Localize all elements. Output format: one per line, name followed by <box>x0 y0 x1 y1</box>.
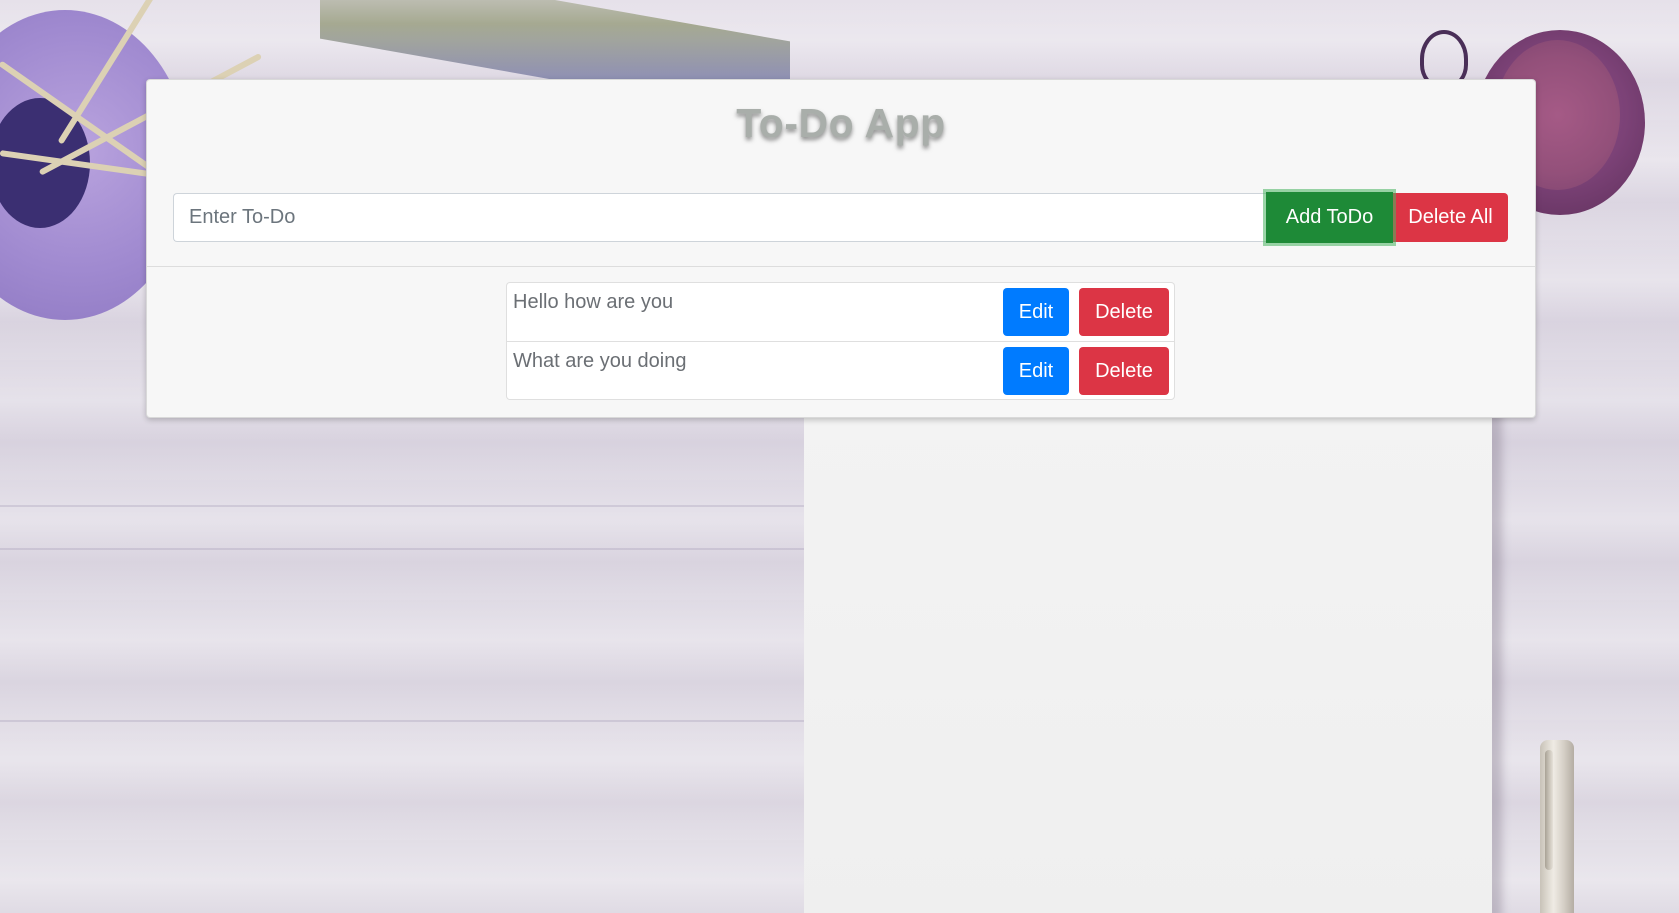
wood-plank-line <box>0 548 810 550</box>
todo-form: Add ToDo Delete All <box>173 192 1508 243</box>
edit-button[interactable]: Edit <box>1003 347 1069 395</box>
todo-item-text: What are you doing <box>513 350 687 372</box>
edit-button[interactable]: Edit <box>1003 288 1069 336</box>
add-todo-button[interactable]: Add ToDo <box>1266 192 1393 243</box>
todo-input[interactable] <box>173 193 1266 242</box>
wood-plank-line <box>0 505 810 507</box>
delete-all-button[interactable]: Delete All <box>1393 193 1508 242</box>
todo-item-text: Hello how are you <box>513 291 674 313</box>
delete-button[interactable]: Delete <box>1079 347 1169 395</box>
pen-clip <box>1545 750 1553 870</box>
todo-item: What are you doing Edit Delete <box>507 341 1174 399</box>
wood-plank-line <box>0 720 810 722</box>
page-title: To-Do App <box>736 100 946 146</box>
delete-button[interactable]: Delete <box>1079 288 1169 336</box>
todo-list: Hello how are you Edit Delete What are y… <box>506 282 1175 400</box>
card-divider <box>147 266 1535 267</box>
paper-sheet <box>804 410 1492 913</box>
todo-item: Hello how are you Edit Delete <box>507 283 1174 341</box>
todo-card: To-Do App Add ToDo Delete All Hello how … <box>146 79 1536 418</box>
